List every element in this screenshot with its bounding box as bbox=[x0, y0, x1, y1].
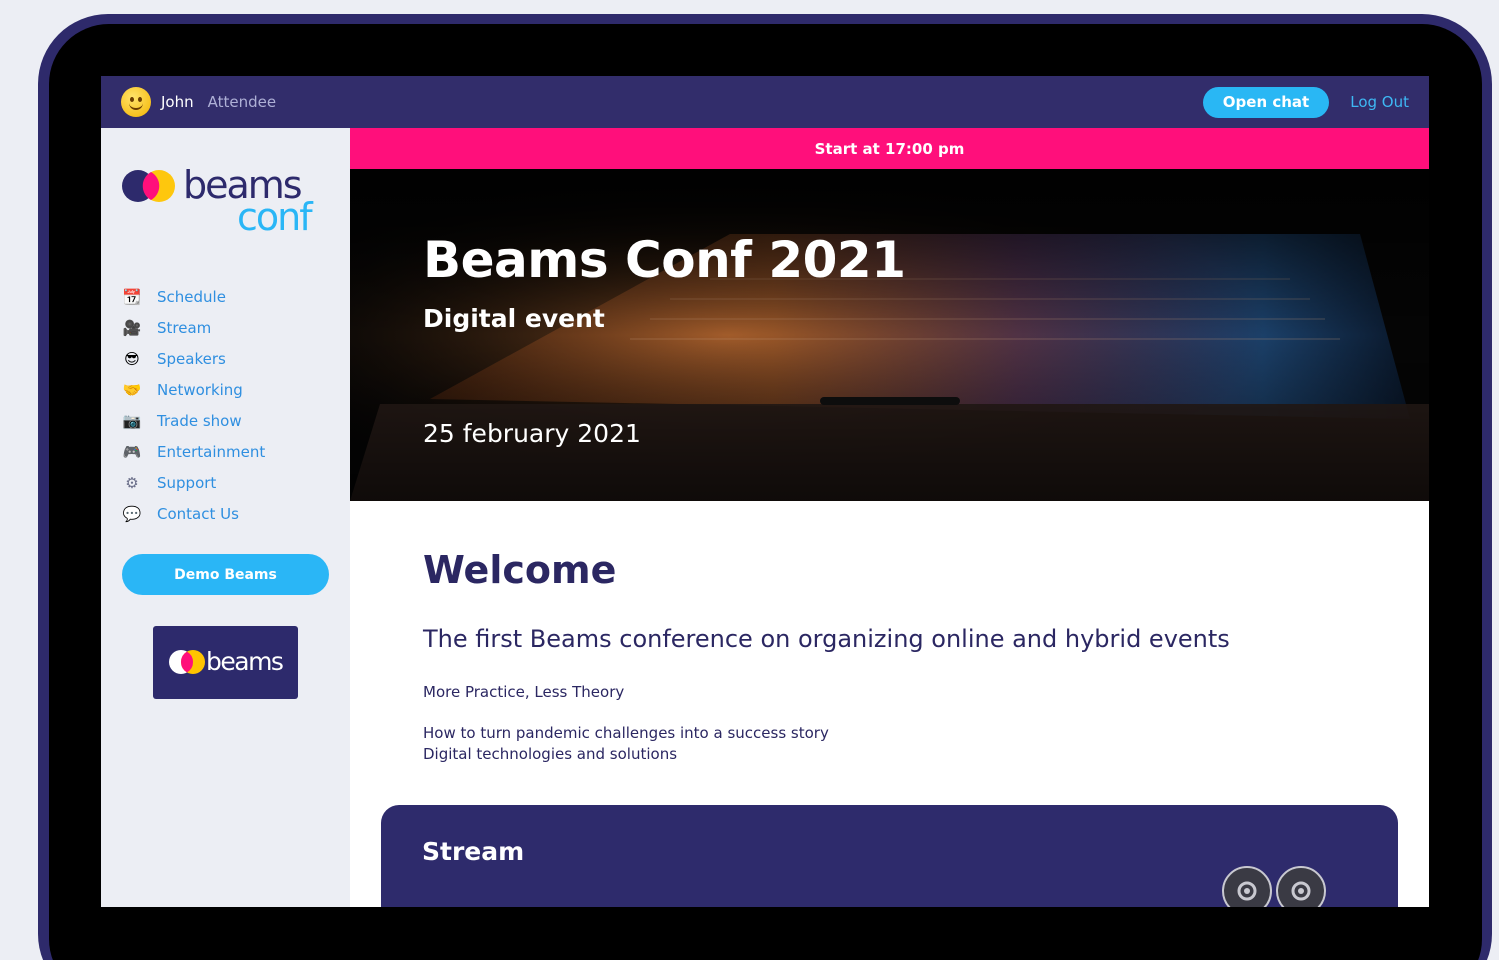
sidebar-item-label: Networking bbox=[157, 380, 243, 399]
hero-laptop-image bbox=[350, 169, 1429, 501]
gear-icon: ⚙ bbox=[125, 473, 139, 492]
sidebar-item-label: Schedule bbox=[157, 287, 226, 306]
welcome-title: Welcome bbox=[423, 548, 617, 592]
sidebar-item-label: Speakers bbox=[157, 349, 226, 368]
gamepad-icon: 🎮 bbox=[122, 442, 142, 461]
welcome-paragraph: Digital technologies and solutions bbox=[423, 745, 678, 763]
sidebar-item-networking[interactable]: 🤝 Networking bbox=[121, 374, 265, 405]
demo-beams-button[interactable]: Demo Beams bbox=[122, 554, 329, 595]
calendar-icon: 📆 bbox=[122, 287, 142, 306]
film-camera-icon bbox=[1222, 866, 1326, 907]
badge-text: beams bbox=[206, 647, 283, 676]
beams-badge-logo[interactable]: beams bbox=[153, 626, 298, 699]
sidebar-item-label: Support bbox=[157, 473, 217, 492]
movie-camera-icon: 🎥 bbox=[122, 318, 142, 337]
sidebar-item-support[interactable]: ⚙ Support bbox=[121, 467, 265, 498]
sidebar-item-label: Contact Us bbox=[157, 504, 239, 523]
sidebar-item-schedule[interactable]: 📆 Schedule bbox=[121, 281, 265, 312]
app-screen: John Attendee Open chat Log Out beams co… bbox=[101, 76, 1429, 907]
stream-card[interactable]: Stream bbox=[381, 805, 1398, 907]
sidebar-item-stream[interactable]: 🎥 Stream bbox=[121, 312, 265, 343]
user-role: Attendee bbox=[207, 93, 277, 111]
sidebar-item-contact-us[interactable]: 💬 Contact Us bbox=[121, 498, 265, 529]
open-chat-button[interactable]: Open chat bbox=[1202, 86, 1330, 118]
logo-text-conf: conf bbox=[237, 195, 314, 236]
handshake-icon: 🤝 bbox=[122, 380, 142, 399]
sidebar-item-label: Trade show bbox=[157, 411, 242, 430]
sidebar-item-trade-show[interactable]: 📷 Trade show bbox=[121, 405, 265, 436]
sidebar-item-label: Stream bbox=[157, 318, 212, 337]
sunglasses-face-icon: 😎 bbox=[124, 349, 140, 368]
top-bar: John Attendee Open chat Log Out bbox=[101, 76, 1429, 128]
hero-section: Beams Conf 2021 Digital event 25 februar… bbox=[350, 169, 1429, 501]
welcome-paragraph: More Practice, Less Theory bbox=[423, 683, 625, 701]
welcome-lead: The first Beams conference on organizing… bbox=[423, 625, 1230, 653]
beams-conf-logo[interactable]: beams conf bbox=[121, 166, 331, 236]
hero-date: 25 february 2021 bbox=[423, 419, 641, 448]
speech-bubble-icon: 💬 bbox=[122, 504, 142, 523]
sidebar: beams conf 📆 Schedule 🎥 Stream 😎 Speaker… bbox=[101, 128, 350, 907]
camera-icon: 📷 bbox=[122, 411, 142, 430]
logout-link[interactable]: Log Out bbox=[1350, 93, 1409, 111]
start-time-banner: Start at 17:00 pm bbox=[350, 128, 1429, 169]
main-content: Start at 17:00 pm Beams Conf 2021 Digita… bbox=[350, 128, 1429, 907]
sidebar-item-label: Entertainment bbox=[157, 442, 266, 461]
sidebar-item-speakers[interactable]: 😎 Speakers bbox=[121, 343, 265, 374]
stream-card-title: Stream bbox=[422, 837, 525, 866]
sidebar-nav: 📆 Schedule 🎥 Stream 😎 Speakers 🤝 Network… bbox=[121, 281, 266, 529]
hero-title: Beams Conf 2021 bbox=[423, 231, 906, 289]
user-name: John bbox=[161, 93, 194, 111]
user-avatar-smiley-icon bbox=[121, 87, 151, 117]
sidebar-item-entertainment[interactable]: 🎮 Entertainment bbox=[121, 436, 266, 467]
welcome-paragraph: How to turn pandemic challenges into a s… bbox=[423, 724, 829, 742]
hero-subtitle: Digital event bbox=[423, 304, 605, 333]
